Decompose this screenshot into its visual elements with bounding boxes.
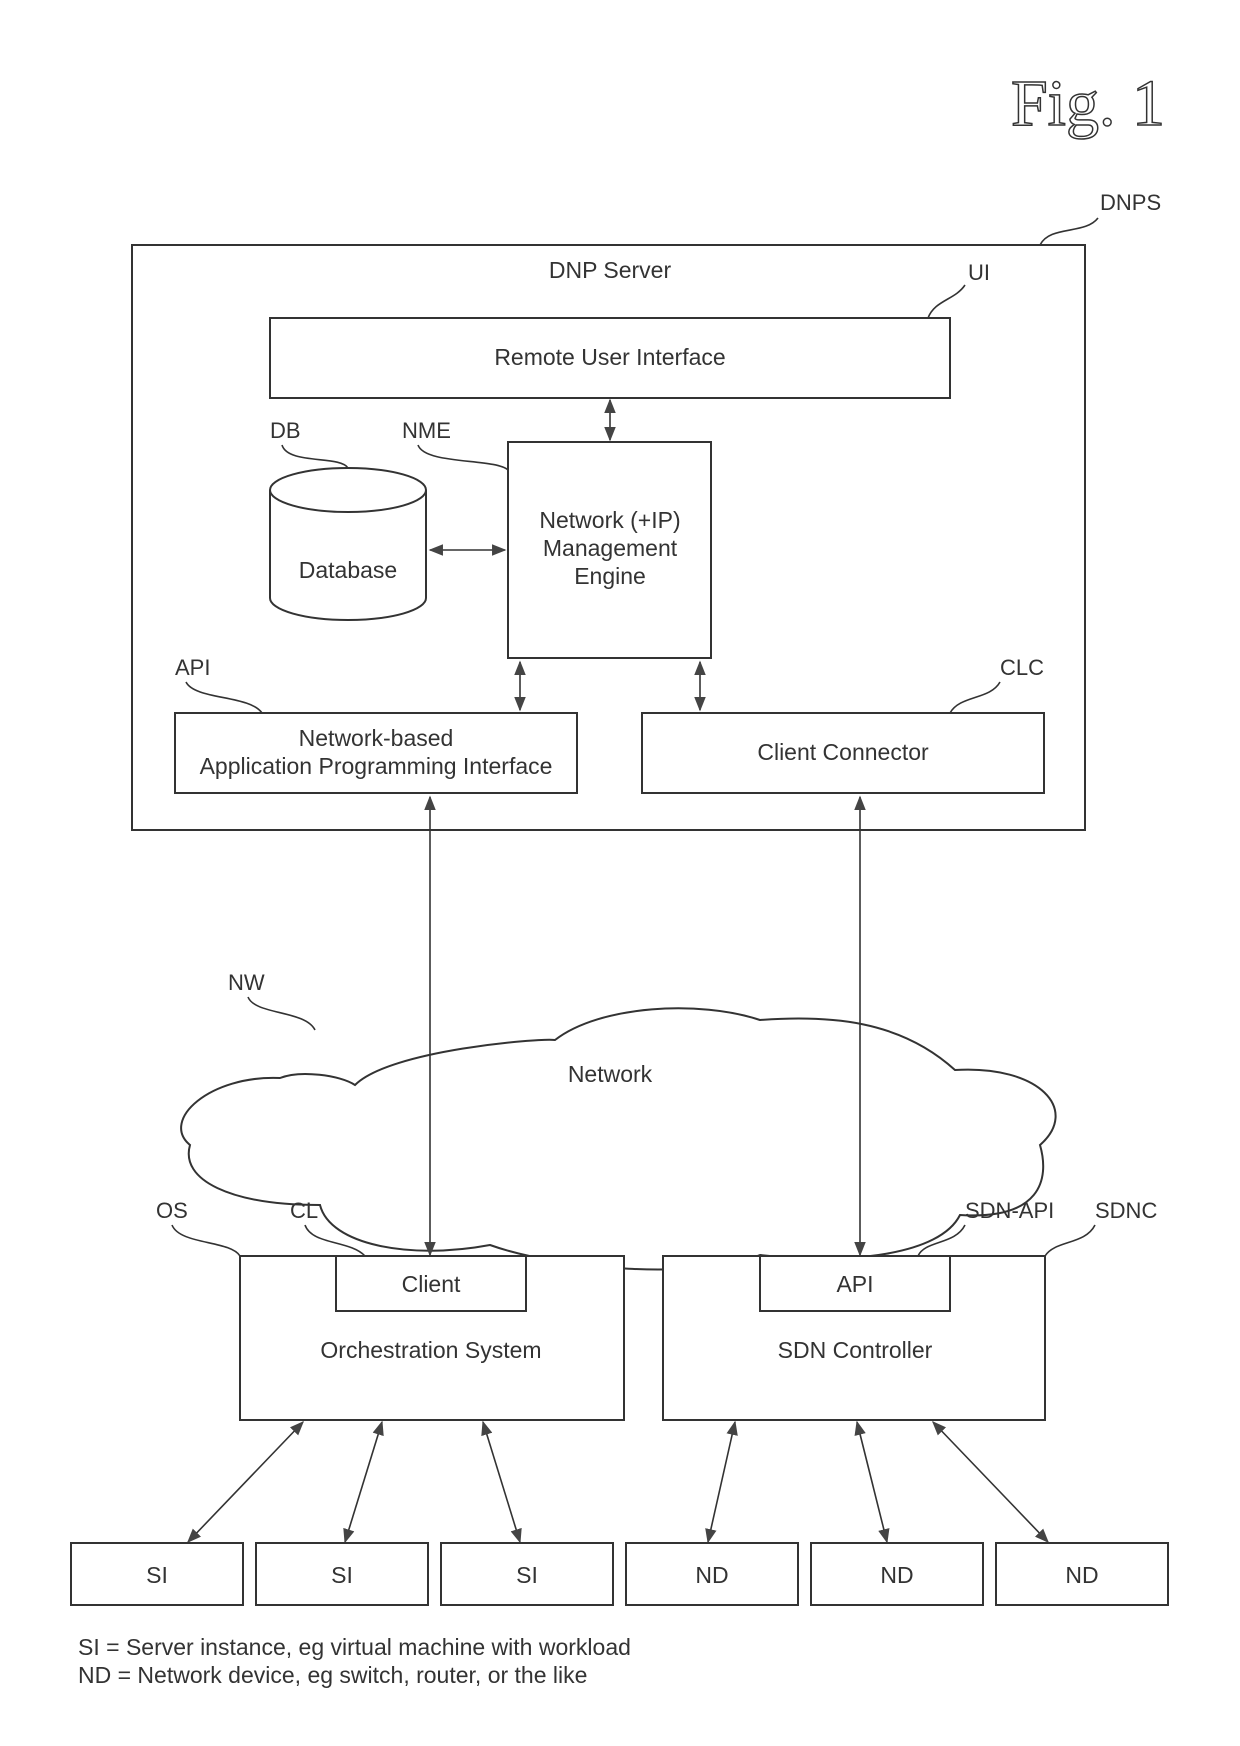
endpoint-label: ND	[880, 1562, 913, 1588]
endpoint-nd: ND	[625, 1542, 799, 1606]
database-top	[269, 467, 427, 513]
dnp-server: DNPS DNP Server Remote User Interface UI…	[131, 190, 1161, 831]
legend-nd: ND = Network device, eg switch, router, …	[78, 1662, 587, 1688]
figure-title: Fig. 1	[1011, 67, 1165, 140]
ref-nme: NME	[402, 418, 451, 443]
sdn-api-label: API	[836, 1271, 873, 1297]
ref-os: OS	[156, 1198, 188, 1223]
ref-api: API	[175, 655, 210, 680]
endpoint-label: ND	[1065, 1562, 1098, 1588]
link-sdnc-nd-3	[932, 1420, 1049, 1544]
endpoint-label: SI	[516, 1562, 538, 1588]
leader-sdnc	[1044, 1224, 1096, 1257]
endpoint-label: ND	[695, 1562, 728, 1588]
legend: SI = Server instance, eg virtual machine…	[78, 1634, 631, 1688]
ref-cl: CL	[290, 1198, 318, 1223]
leader-dnps	[1039, 217, 1099, 246]
api-label-line2: Application Programming Interface	[200, 753, 553, 779]
system-diagram: Fig. 1 DNPS DNP Server Remote User Inter…	[70, 66, 1169, 1688]
dnp-server-title: DNP Server	[549, 257, 672, 283]
endpoint-label: SI	[146, 1562, 168, 1588]
database-label: Database	[299, 557, 397, 583]
network-cloud: Network NW	[180, 970, 1057, 1271]
network-label: Network	[568, 1061, 653, 1087]
endpoint-si: SI	[255, 1542, 429, 1606]
endpoint-nd: ND	[995, 1542, 1169, 1606]
ref-db: DB	[270, 418, 301, 443]
engine-label-line2: Management	[543, 535, 678, 561]
link-os-si-3	[481, 1420, 522, 1544]
ref-sdn-api: SDN-API	[965, 1198, 1054, 1223]
ref-sdnc: SDNC	[1095, 1198, 1157, 1223]
endpoint-label: SI	[331, 1562, 353, 1588]
link-os-si-1	[187, 1420, 304, 1544]
leader-nw	[247, 996, 316, 1031]
endpoint-si: SI	[70, 1542, 244, 1606]
endpoint-nd: ND	[810, 1542, 984, 1606]
sdn-controller-label: SDN Controller	[778, 1337, 933, 1363]
link-sdnc-nd-1	[705, 1420, 738, 1544]
ref-dnps: DNPS	[1100, 190, 1161, 215]
link-sdnc-nd-2	[854, 1420, 890, 1544]
connector-label: Client Connector	[757, 739, 929, 765]
client-label: Client	[402, 1271, 461, 1297]
api-label-line1: Network-based	[299, 725, 454, 751]
leader-os	[171, 1224, 241, 1257]
remote-ui-label: Remote User Interface	[494, 344, 725, 370]
orchestration-label: Orchestration System	[320, 1337, 541, 1363]
engine-label-line1: Network (+IP)	[539, 507, 680, 533]
ref-ui: UI	[968, 260, 990, 285]
endpoint-si: SI	[440, 1542, 614, 1606]
link-os-si-2	[343, 1420, 384, 1544]
endpoint-row: SI SI SI ND ND ND	[70, 1542, 1169, 1606]
cloud-shape	[180, 1007, 1057, 1271]
ref-nw: NW	[228, 970, 265, 995]
engine-label-line3: Engine	[574, 563, 646, 589]
legend-si: SI = Server instance, eg virtual machine…	[78, 1634, 631, 1660]
ref-clc: CLC	[1000, 655, 1044, 680]
